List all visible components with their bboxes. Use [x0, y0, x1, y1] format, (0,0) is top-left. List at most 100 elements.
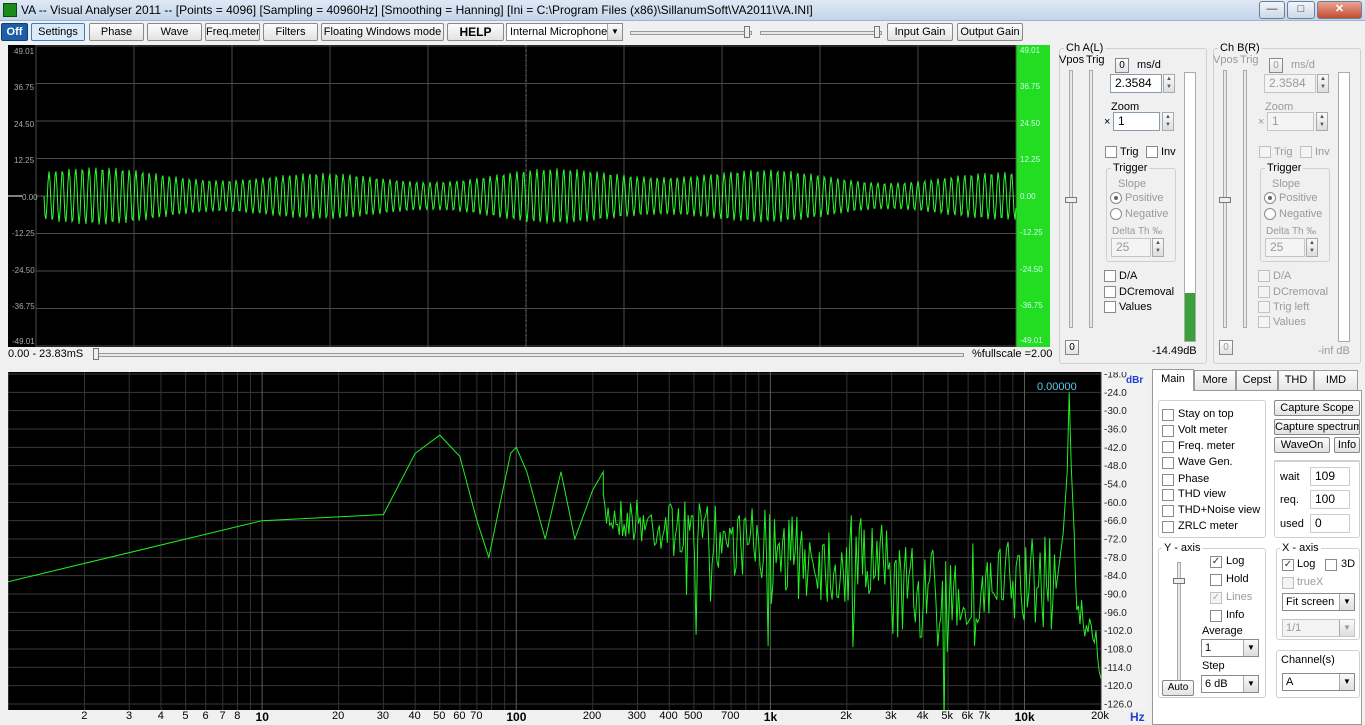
freqmeter-button[interactable]: Freq.meter — [205, 23, 260, 41]
channel-a-trig-slider[interactable] — [1089, 70, 1093, 328]
stay-on-top-checkbox[interactable] — [1162, 409, 1174, 421]
volt-meter-checkbox[interactable] — [1162, 425, 1174, 437]
x-log-checkbox[interactable]: ✓ — [1282, 559, 1294, 571]
channel-b-level-readout: -inf dB — [1318, 345, 1350, 357]
input-device-select[interactable]: Internal Microphone ▼ — [506, 23, 623, 41]
oscilloscope-display[interactable]: 49.01 36.75 24.50 12.25 0.00 -12.25 -24.… — [8, 45, 1050, 347]
step-select[interactable]: 6 dB ▼ — [1201, 675, 1259, 693]
capture-scope-button[interactable]: Capture Scope — [1274, 400, 1360, 416]
x-3d-checkbox[interactable] — [1325, 559, 1337, 571]
y-info-checkbox[interactable] — [1210, 610, 1222, 622]
channel-b-bottom-zero-button[interactable]: 0 — [1219, 340, 1233, 355]
channel-b-zero-button[interactable]: 0 — [1269, 58, 1283, 73]
req-field[interactable]: 100 — [1310, 490, 1350, 509]
tab-imd[interactable]: IMD — [1314, 370, 1358, 390]
input-gain-slider-track[interactable] — [630, 31, 752, 35]
channel-b-da-checkbox[interactable] — [1258, 270, 1270, 282]
channel-b-trig-slider[interactable] — [1243, 70, 1247, 328]
help-button[interactable]: HELP — [447, 23, 504, 41]
tab-thd[interactable]: THD — [1278, 370, 1314, 390]
channel-a-msd-spinner[interactable]: ▲ ▼ — [1163, 74, 1175, 93]
channel-b-zoom-spinner[interactable]: ▲ ▼ — [1316, 112, 1328, 131]
input-gain-button[interactable]: Input Gain — [887, 23, 953, 41]
tab-more[interactable]: More — [1194, 370, 1236, 390]
phase-checkbox[interactable] — [1162, 474, 1174, 486]
channel-a-bottom-zero-button[interactable]: 0 — [1065, 340, 1079, 355]
channel-a-delta-spinner[interactable]: ▲ ▼ — [1152, 238, 1164, 257]
channel-a-negative-radio[interactable] — [1110, 208, 1122, 220]
channel-b-msd-spinner[interactable]: ▲ ▼ — [1317, 74, 1329, 93]
channel-b-negative-radio[interactable] — [1264, 208, 1276, 220]
frequency-tick-label: 50 — [433, 710, 446, 722]
scope-right-tick: 36.75 — [1020, 82, 1041, 91]
frequency-tick-label: 2 — [81, 710, 88, 722]
output-gain-button[interactable]: Output Gain — [957, 23, 1023, 41]
filters-button[interactable]: Filters — [263, 23, 318, 41]
channel-a-msd-field[interactable]: 2.3584 — [1110, 74, 1162, 93]
wave-gen-label: Wave Gen. — [1178, 456, 1233, 468]
info-button[interactable]: Info — [1334, 437, 1360, 453]
thd-noise-view-checkbox[interactable] — [1162, 505, 1174, 517]
channel-b-msd-field[interactable]: 2.3584 — [1264, 74, 1316, 93]
frequency-tick-label: 500 — [683, 710, 703, 722]
zrlc-meter-checkbox[interactable] — [1162, 521, 1174, 533]
phase-button[interactable]: Phase — [89, 23, 144, 41]
channel-b-trig-checkbox[interactable] — [1259, 146, 1271, 158]
channel-a-zero-button[interactable]: 0 — [1115, 58, 1129, 73]
channel-b-vpos-thumb[interactable] — [1219, 197, 1231, 203]
channel-b-values-checkbox[interactable] — [1258, 316, 1270, 328]
off-button[interactable]: Off — [1, 23, 28, 41]
freq-meter-checkbox[interactable] — [1162, 441, 1174, 453]
channel-b-delta-spinner[interactable]: ▲ ▼ — [1306, 238, 1318, 257]
truex-checkbox[interactable] — [1282, 577, 1294, 589]
wave-button[interactable]: Wave — [147, 23, 202, 41]
channel-b-zoom-field[interactable]: 1 — [1267, 112, 1314, 131]
time-scroll-track[interactable] — [94, 353, 964, 357]
channel-a-zoom-spinner[interactable]: ▲ ▼ — [1162, 112, 1174, 131]
time-scroll-thumb[interactable] — [93, 348, 99, 360]
channel-a-vpos-thumb[interactable] — [1065, 197, 1077, 203]
output-gain-slider-thumb[interactable] — [874, 26, 880, 38]
channel-b-delta-field[interactable]: 25 — [1265, 238, 1305, 257]
channel-a-values-checkbox[interactable] — [1104, 301, 1116, 313]
lines-checkbox[interactable]: ✓ — [1210, 592, 1222, 604]
channel-a-zoom-field[interactable]: 1 — [1113, 112, 1160, 131]
channel-a-da-checkbox[interactable] — [1104, 270, 1116, 282]
maximize-button[interactable]: □ — [1287, 1, 1315, 19]
tab-main[interactable]: Main — [1152, 369, 1194, 391]
step-label: Step — [1202, 660, 1225, 672]
channel-a-inv-checkbox[interactable] — [1146, 146, 1158, 158]
tab-cepst[interactable]: Cepst — [1236, 370, 1278, 390]
wave-gen-checkbox[interactable] — [1162, 457, 1174, 469]
channel-a-positive-radio[interactable] — [1110, 192, 1122, 204]
channel-a-trig-checkbox[interactable] — [1105, 146, 1117, 158]
hold-checkbox[interactable] — [1210, 574, 1222, 586]
waveon-button[interactable]: WaveOn — [1274, 437, 1330, 453]
input-gain-slider-thumb[interactable] — [744, 26, 750, 38]
channel-b-positive-radio[interactable] — [1264, 192, 1276, 204]
wait-field[interactable]: 109 — [1310, 467, 1350, 486]
channel-b-dcremoval-label: DCremoval — [1273, 286, 1329, 298]
y-axis-slider-thumb[interactable] — [1173, 578, 1185, 584]
channels-select[interactable]: A ▼ — [1282, 673, 1355, 691]
ratio-select[interactable]: 1/1 ▼ — [1282, 619, 1355, 637]
y-log-checkbox[interactable]: ✓ — [1210, 556, 1222, 568]
channel-b-inv-checkbox[interactable] — [1300, 146, 1312, 158]
used-field[interactable]: 0 — [1310, 514, 1350, 533]
minimize-button[interactable]: — — [1259, 1, 1285, 19]
floating-windows-button[interactable]: Floating Windows mode — [321, 23, 444, 41]
channel-a-delta-field[interactable]: 25 — [1111, 238, 1151, 257]
auto-button[interactable]: Auto — [1162, 680, 1194, 696]
thd-view-checkbox[interactable] — [1162, 489, 1174, 501]
output-gain-slider-track[interactable] — [760, 31, 882, 35]
channel-a-da-label: D/A — [1119, 270, 1138, 282]
channel-b-trigleft-checkbox[interactable] — [1258, 301, 1270, 313]
fit-screen-select[interactable]: Fit screen ▼ — [1282, 593, 1355, 611]
spectrum-display[interactable]: -18.0 -24.0 -30.0 -36.0 -42.0 -48.0 -54.0 -60.0… — [8, 372, 1147, 710]
settings-button[interactable]: Settings — [31, 23, 85, 41]
capture-spectrum-button[interactable]: Capture spectrum — [1274, 419, 1360, 435]
channel-a-dcremoval-checkbox[interactable] — [1104, 286, 1116, 298]
close-button[interactable]: ✕ — [1317, 1, 1362, 19]
average-select[interactable]: 1 ▼ — [1201, 639, 1259, 657]
channel-b-dcremoval-checkbox[interactable] — [1258, 286, 1270, 298]
